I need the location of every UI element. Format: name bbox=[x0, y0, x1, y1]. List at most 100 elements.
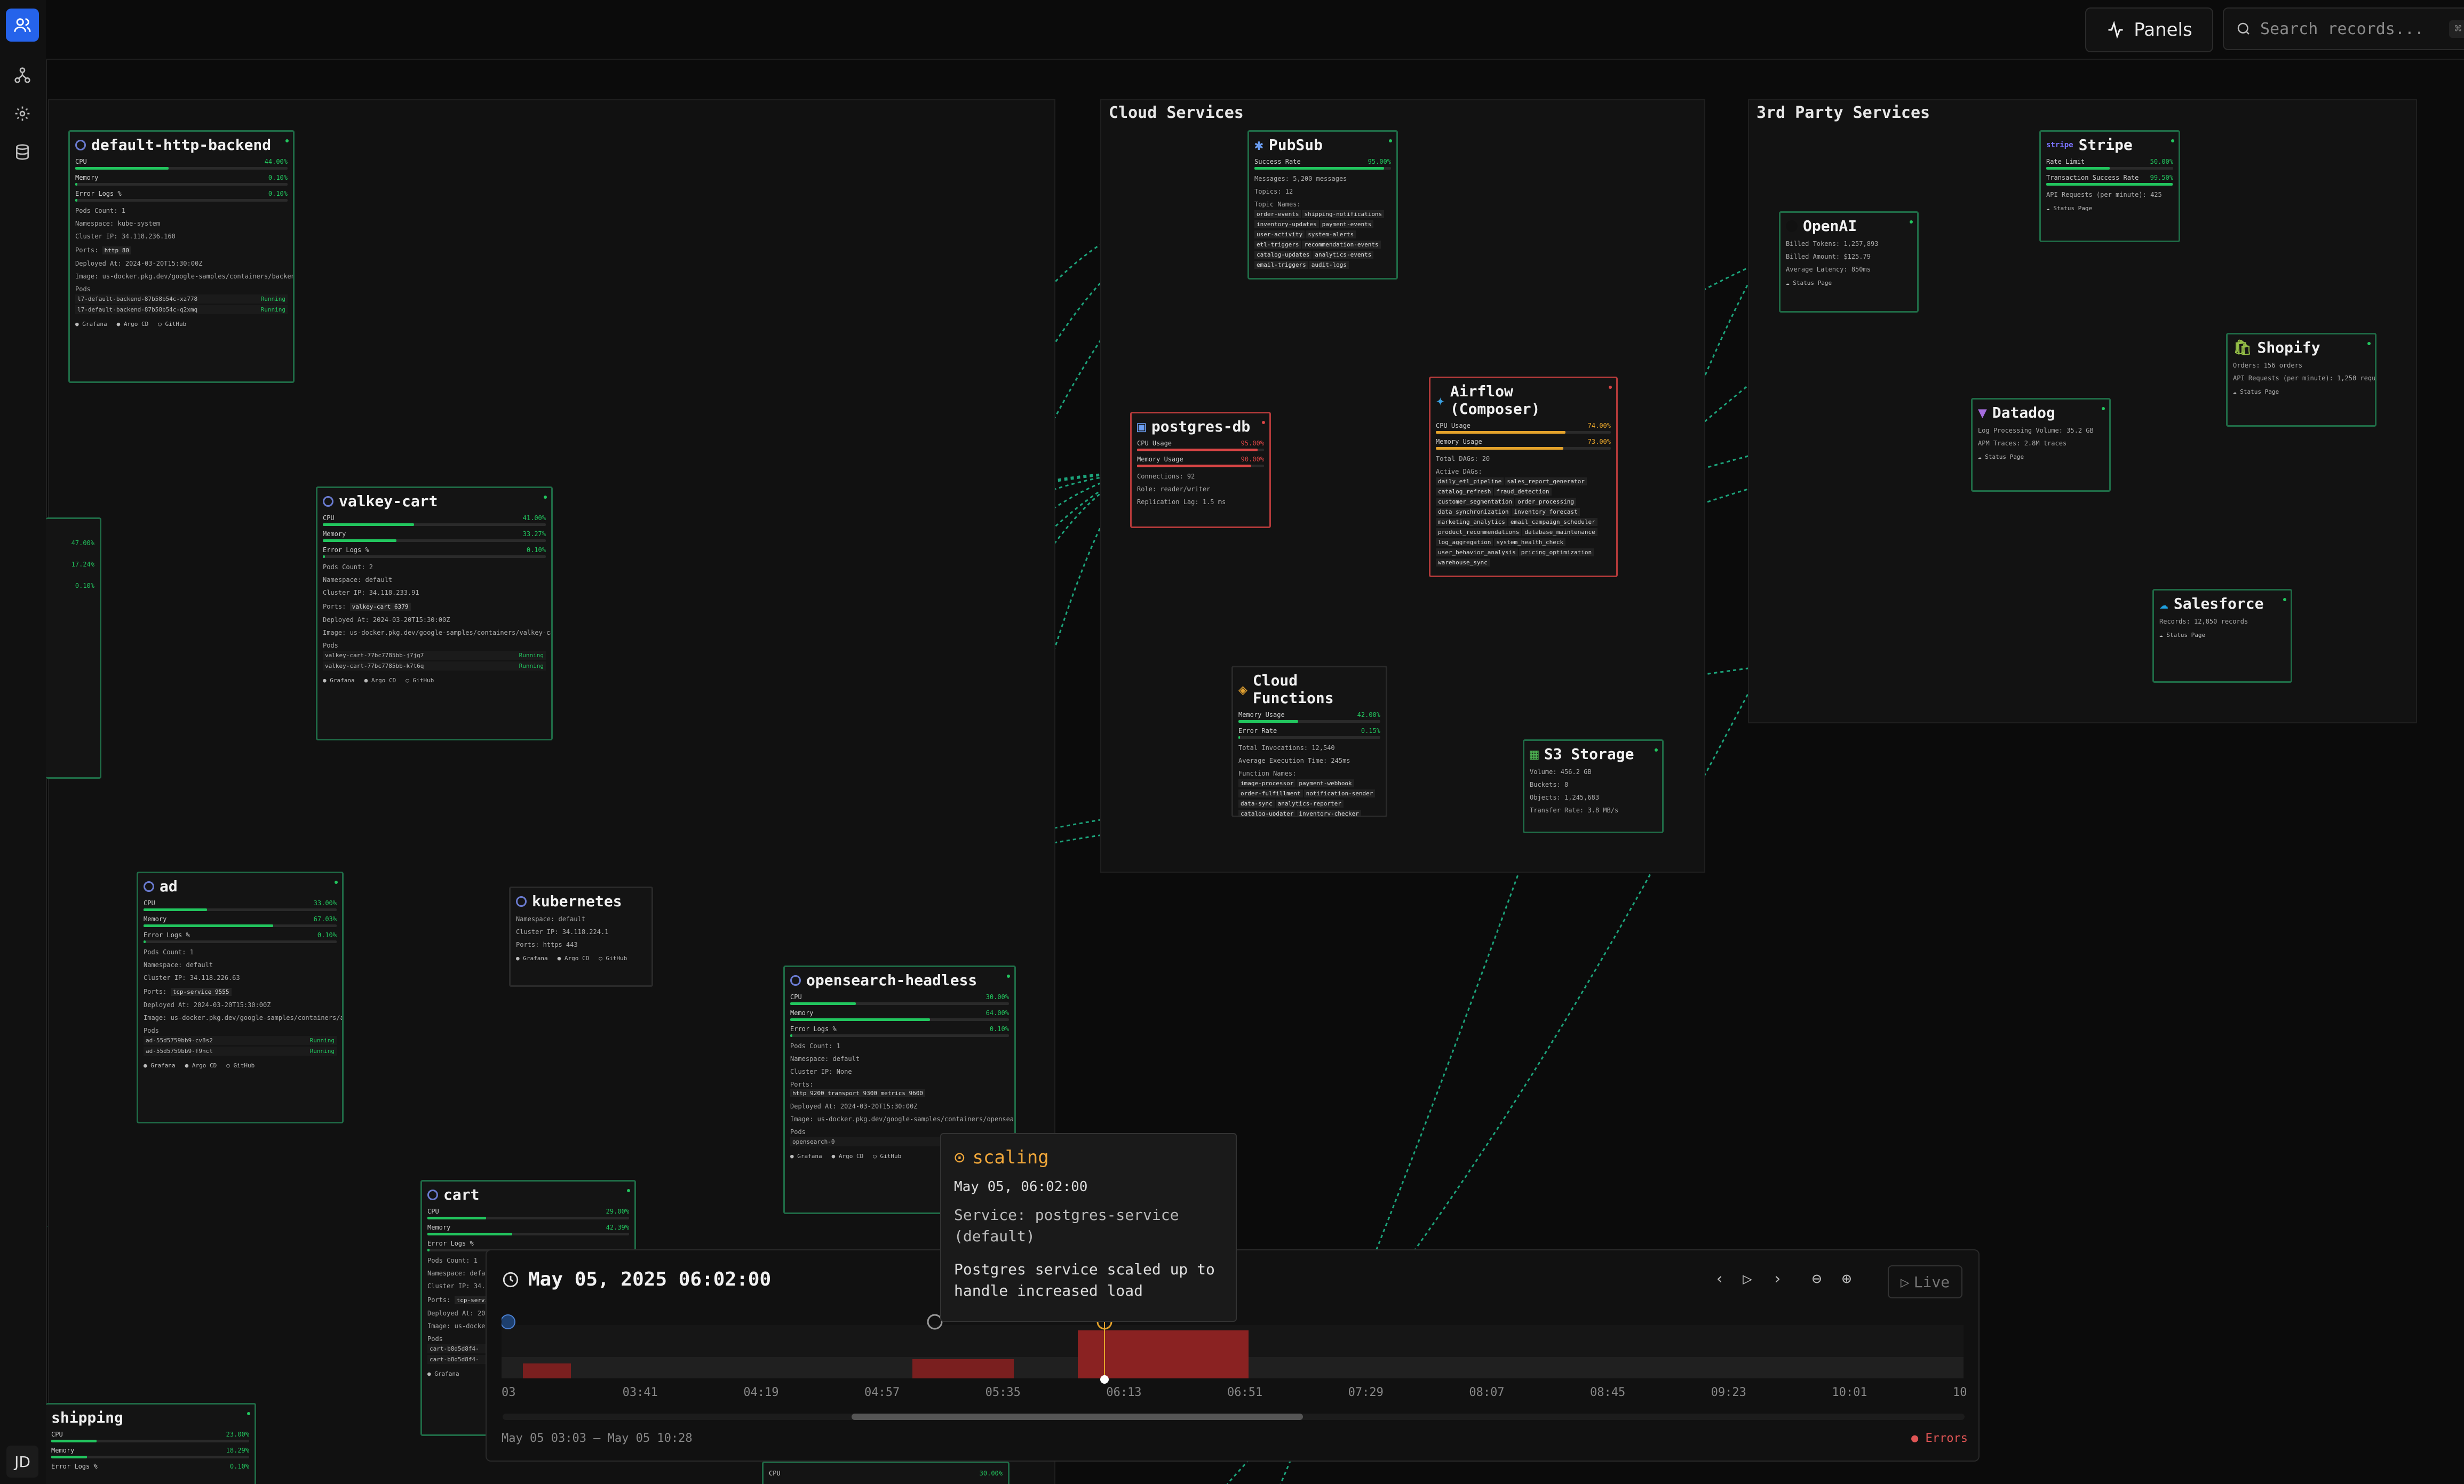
list-chip: marketing_analytics bbox=[1436, 518, 1507, 526]
service-node-stripe[interactable]: stripe Stripe Rate Limit 50.00% Transactio… bbox=[2039, 130, 2180, 242]
error-value: 0.10% bbox=[268, 190, 288, 197]
list-chip: catalog-updater bbox=[1238, 810, 1296, 816]
timeline-tick: 07:29 bbox=[1348, 1386, 1384, 1399]
cpu-value: 95.00% bbox=[1241, 440, 1264, 447]
list-chip: audit-logs bbox=[1309, 261, 1349, 269]
status-dot bbox=[1389, 139, 1392, 142]
pod-row[interactable]: l7-default-backend-87b58b54c-q2xmq Runnin… bbox=[75, 305, 288, 314]
users-nav-button[interactable] bbox=[6, 9, 39, 42]
service-node-postgres-db[interactable]: ▣ postgres-db CPU Usage 95.00% Memory Usag… bbox=[1130, 412, 1271, 528]
service-node-ad[interactable]: ad CPU 33.00% Memory 67.03% Error Logs % 0.… bbox=[137, 872, 344, 1123]
service-node-shopify[interactable]: 🛍 Shopify Orders: 156 orders API Requests… bbox=[2226, 333, 2376, 427]
pod-row[interactable]: ad-55d5759bb9-f9nct Running bbox=[144, 1047, 337, 1056]
user-avatar[interactable]: JD bbox=[6, 1446, 38, 1478]
pods-count: Pods Count: 2 bbox=[323, 563, 373, 571]
list-chip: fraud_detection bbox=[1494, 488, 1552, 496]
pod-row[interactable]: l7-default-backend-87b58b54c-xz778 Runnin… bbox=[75, 294, 288, 304]
grafana-link[interactable]: ● Grafana bbox=[427, 1370, 459, 1377]
service-node-cloud-functions[interactable]: ◈ Cloud Functions Memory Usage 42.00% Erro… bbox=[1231, 666, 1387, 817]
github-link[interactable]: ○ GitHub bbox=[226, 1062, 255, 1069]
namespace: Namespace: default bbox=[144, 961, 213, 969]
status-page-link[interactable]: ☁ Status Page bbox=[2159, 632, 2205, 639]
service-icon bbox=[427, 1189, 438, 1200]
status-dot bbox=[1910, 220, 1913, 224]
argocd-link[interactable]: ● Argo CD bbox=[185, 1062, 217, 1069]
service-node-kubernetes[interactable]: kubernetes Namespace: default Cluster IP… bbox=[509, 887, 653, 987]
panels-button[interactable]: Panels bbox=[2085, 7, 2213, 52]
search-input[interactable]: Search records... ⌘ F bbox=[2223, 7, 2464, 50]
service-node-airflow[interactable]: ✦ Airflow (Composer) CPU Usage 74.00% Memo… bbox=[1429, 377, 1618, 577]
github-link[interactable]: ○ GitHub bbox=[158, 321, 186, 328]
grafana-link[interactable]: ● Grafana bbox=[144, 1062, 176, 1069]
argocd-link[interactable]: ● Argo CD bbox=[832, 1153, 864, 1160]
service-node-salesforce[interactable]: ☁ Salesforce Records: 12,850 records ☁ St… bbox=[2152, 589, 2292, 683]
users-icon bbox=[14, 18, 31, 32]
status-page-link[interactable]: ☁ Status Page bbox=[2233, 388, 2279, 395]
cpu-value: 33.00% bbox=[313, 899, 337, 907]
grafana-link[interactable]: ● Grafana bbox=[323, 677, 355, 684]
grafana-link[interactable]: ● Grafana bbox=[516, 955, 548, 962]
timeline-scrollbar[interactable] bbox=[503, 1414, 1965, 1420]
search-shortcut: ⌘ F bbox=[2449, 20, 2464, 38]
top-bar: Panels Search records... ⌘ F bbox=[46, 0, 2464, 60]
grafana-link[interactable]: ● Grafana bbox=[75, 321, 107, 328]
status-page-link[interactable]: ☁ Status Page bbox=[1978, 453, 2024, 460]
namespace: Namespace: kube-system bbox=[75, 220, 160, 227]
status-page-link[interactable]: ☁ Status Page bbox=[2046, 205, 2092, 212]
zoom-in-button[interactable]: ⊕ bbox=[1842, 1270, 1851, 1288]
service-node-default-http-backend[interactable]: default-http-backend CPU 44.00% Memory 0.1… bbox=[68, 130, 295, 383]
zoom-out-button[interactable]: ⊖ bbox=[1812, 1270, 1822, 1288]
list-chip: database_maintenance bbox=[1522, 528, 1597, 536]
deploy-marker[interactable] bbox=[502, 1314, 515, 1329]
github-link[interactable]: ○ GitHub bbox=[599, 955, 627, 962]
status-page-link[interactable]: ☁ Status Page bbox=[1786, 280, 1832, 286]
ports: Ports: https 443 bbox=[516, 941, 578, 948]
play-button[interactable]: ▷ bbox=[1743, 1270, 1752, 1288]
grafana-link[interactable]: ● Grafana bbox=[790, 1153, 822, 1160]
argocd-link[interactable]: ● Argo CD bbox=[117, 321, 149, 328]
topology-nav-button[interactable] bbox=[6, 59, 39, 92]
cluster-ip: Cluster IP: 34.118.236.160 bbox=[75, 233, 176, 240]
apm-traces: APM Traces: 2.8M traces bbox=[1978, 440, 2067, 447]
service-node-openai[interactable]: OpenAI Billed Tokens: 1,257,893 Billed A… bbox=[1779, 211, 1919, 313]
github-link[interactable]: ○ GitHub bbox=[406, 677, 434, 684]
pod-row[interactable]: valkey-cart-77bc7785bb-k7t6q Running bbox=[323, 661, 546, 671]
list-chip: daily_etl_pipeline bbox=[1436, 477, 1504, 485]
pod-row[interactable]: ad-55d5759bb9-cv8s2 Running bbox=[144, 1036, 337, 1045]
zoom-in-icon: ⊕ bbox=[1842, 1270, 1852, 1288]
list-chip: user-activity bbox=[1254, 230, 1305, 238]
partial-service-node[interactable]: 47.00% 17.24% 0.10% bbox=[46, 517, 101, 779]
partial-service-node[interactable]: CPU 30.00% bbox=[762, 1462, 1010, 1484]
node-title: PubSub bbox=[1268, 136, 1323, 154]
tooltip-time: May 05, 06:02:00 bbox=[954, 1179, 1088, 1195]
messages: Messages: 5,200 messages bbox=[1254, 175, 1347, 182]
service-node-s3[interactable]: ▦ S3 Storage Volume: 456.2 GB Buckets: 8 … bbox=[1523, 739, 1664, 833]
argocd-link[interactable]: ● Argo CD bbox=[364, 677, 396, 684]
service-node-pubsub[interactable]: ✱ PubSub Success Rate 95.00% Messages: 5,2… bbox=[1247, 130, 1398, 280]
list-chip: inventory-checker bbox=[1297, 810, 1361, 816]
list-chip: customer_segmentation bbox=[1436, 498, 1515, 506]
pod-row[interactable]: valkey-cart-77bc7785bb-j7jg7 Running bbox=[323, 651, 546, 660]
openai-icon bbox=[1786, 220, 1798, 232]
error-value: 0.10% bbox=[526, 546, 546, 554]
scrollbar-thumb[interactable] bbox=[852, 1414, 1303, 1420]
cloud-functions-icon: ◈ bbox=[1238, 680, 1247, 698]
error-value: 0.15% bbox=[1361, 727, 1380, 735]
service-node-datadog[interactable]: ▼ Datadog Log Processing Volume: 35.2 GB … bbox=[1971, 398, 2111, 492]
airflow-icon: ✦ bbox=[1436, 391, 1445, 409]
service-node-valkey-cart[interactable]: valkey-cart CPU 41.00% Memory 33.27% Error… bbox=[316, 486, 553, 740]
database-nav-button[interactable] bbox=[6, 135, 39, 169]
pods-count: Pods Count: 1 bbox=[790, 1042, 840, 1050]
service-node-shipping[interactable]: shipping CPU 23.00% Memory 18.29% Error Lo… bbox=[46, 1403, 256, 1484]
settings-nav-button[interactable] bbox=[6, 97, 39, 130]
github-link[interactable]: ○ GitHub bbox=[873, 1153, 901, 1160]
sidebar: JD bbox=[0, 0, 47, 1484]
next-button[interactable]: › bbox=[1773, 1270, 1782, 1288]
playhead-handle[interactable] bbox=[1100, 1375, 1109, 1384]
tooltip-title: scaling bbox=[972, 1147, 1049, 1168]
node-title: Cloud Functions bbox=[1252, 672, 1334, 707]
live-button[interactable]: ▷ Live bbox=[1888, 1265, 1962, 1298]
zoom-out-icon: ⊖ bbox=[1812, 1270, 1822, 1288]
prev-button[interactable]: ‹ bbox=[1715, 1270, 1724, 1288]
argocd-link[interactable]: ● Argo CD bbox=[558, 955, 590, 962]
